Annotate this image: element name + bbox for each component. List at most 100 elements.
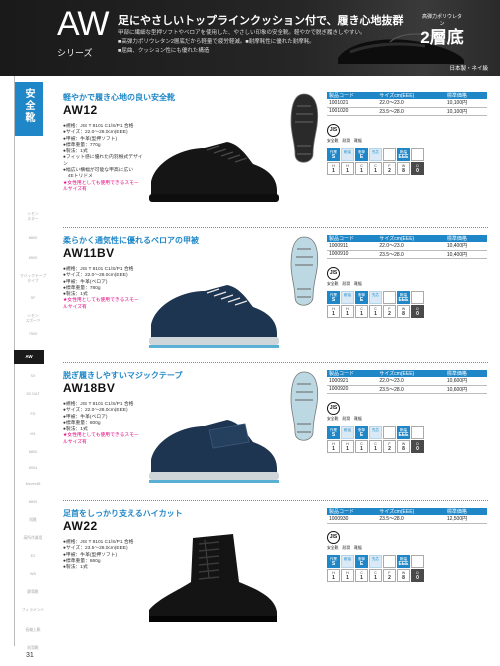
header-price: 標準価格 (444, 235, 487, 242)
spec-attribute-value: EEE (398, 561, 409, 567)
sidebar-index-item[interactable]: Mover48 (16, 482, 50, 487)
sidebar-index-item[interactable]: FD (16, 412, 50, 417)
sidebar-index-item[interactable]: M1 (16, 432, 50, 437)
spec-attribute-value: 1 (346, 311, 349, 317)
header-bullet: ■屈曲、クッション性にも優れた構造 (118, 48, 210, 54)
price-table-header: 製品コード サイズcm(EEE) 標準価格 (327, 370, 487, 377)
spec-attribute-icon: 作業 S (327, 148, 340, 161)
sidebar-category-tab[interactable]: 安全靴 (15, 82, 43, 136)
spec-attribute-icon: 靴幅 EEE (397, 148, 410, 161)
spec-attribute-value: 2 (388, 575, 391, 581)
product-shoe-image (149, 534, 277, 622)
product-divider (63, 362, 488, 363)
sidebar-index-item[interactable]: AW (14, 350, 44, 364)
size-cell: 22.0〜23.0 (377, 99, 445, 108)
spec-attribute-icon: W 8 (397, 305, 410, 318)
product-code-cell: 1000911 (327, 242, 378, 251)
sidebar-index-item[interactable]: E2 (16, 554, 50, 559)
sidebar-index-item[interactable]: WS (16, 572, 50, 577)
sidebar-index-item[interactable]: 静電靴 (16, 590, 50, 595)
spec-attribute-icon: 耐油 (341, 555, 354, 568)
spec-attribute-icon: C 1 (355, 162, 368, 175)
size-cell: 23.5〜28.0 (377, 250, 445, 259)
spec-attribute-icon: W 8 (397, 162, 410, 175)
spec-attribute-grid: 作業 S 耐油 衝撃 E 先芯 靴幅 EEE H 1 H 1 C 1 C 1 F… (327, 148, 425, 175)
sidebar-index-item[interactable]: 8500 (16, 256, 50, 261)
jis-mark-icon: JIS (327, 531, 340, 544)
sidebar-index-item[interactable]: 耐滑靴 (16, 646, 50, 651)
sidebar-index-item[interactable]: 高所作業用 (16, 536, 50, 541)
price-table: 製品コード サイズcm(EEE) 標準価格 1000921 22.0〜23.0 … (327, 370, 487, 394)
product-code-cell: 1000930 (327, 515, 378, 524)
sidebar-category-label: 安全靴 (23, 88, 34, 124)
spec-attribute-value: E (359, 154, 364, 160)
spec-attribute-value: S (331, 154, 336, 160)
header-price: 標準価格 (444, 508, 487, 515)
product-code-cell: 1000910 (327, 250, 378, 259)
product-shoe-image (149, 420, 279, 483)
spec-attribute-value: 1 (346, 168, 349, 174)
spec-attribute-value: EEE (398, 297, 409, 303)
sidebar-index-item[interactable]: フィラメント (16, 608, 50, 613)
sidebar-index-item[interactable]: SX (16, 374, 50, 379)
sole-badge-main: 2層底 (420, 28, 464, 47)
spec-attribute-value: 0 (416, 311, 419, 317)
spec-attribute-icon: W 8 (397, 440, 410, 453)
catalog-header: AW シリーズ 足にやさしいトップラインクッション付で、履き心地抜群 甲部に繊細… (0, 0, 500, 76)
spec-attribute-key: 先芯 (372, 293, 379, 297)
spec-attribute-grid: 作業 S 耐油 衝撃 E 先芯 靴幅 EEE H 1 H 1 C 1 C 1 F… (327, 555, 425, 582)
product-block: 脱ぎ履きしやすいマジックテープ AW18BV ●規格：JIS T 8101 C1… (55, 370, 495, 501)
price-cell: 10,600円 (444, 385, 487, 394)
spec-attribute-icon (411, 426, 424, 439)
cert-label: 安全靴 (327, 546, 339, 550)
product-model-code: AW12 (63, 103, 98, 117)
price-table-header: 製品コード サイズcm(EEE) 標準価格 (327, 235, 487, 242)
product-catchphrase: 柔らかく通気性に優れるベロアの甲被 (63, 236, 199, 245)
cert-label: 耐滑 (342, 546, 351, 550)
spec-attribute-icon: H 1 (327, 305, 340, 318)
spec-attribute-icon: 先芯 (369, 148, 382, 161)
header-bullet: ■高弾力ポリウレタン2層底だから軽量で疲労軽減。■耐摩耗性に優れた耐摩耗。 (118, 39, 315, 45)
header-size: サイズcm(EEE) (377, 92, 445, 99)
sidebar-index-item[interactable]: 短靴 (16, 518, 50, 523)
header-code: 製品コード (327, 92, 378, 99)
sidebar-index-item[interactable]: 8800 (16, 236, 50, 241)
spec-attribute-value: 1 (332, 446, 335, 452)
sidebar-index-item[interactable]: マジックテープ タイプ (16, 274, 50, 284)
header-price: 標準価格 (444, 92, 487, 99)
spec-attribute-icon: H 1 (341, 162, 354, 175)
spec-attribute-value: 8 (402, 446, 405, 452)
product-code-cell: 1000921 (327, 377, 378, 386)
spec-attribute-value: 0 (416, 168, 419, 174)
spec-attribute-icon: 先芯 (369, 426, 382, 439)
sidebar-index-item[interactable]: シモン スポーツ (16, 314, 50, 324)
series-logo-text: AW (57, 5, 110, 43)
sidebar-index-item[interactable]: SF (16, 296, 50, 301)
price-table: 製品コード サイズcm(EEE) 標準価格 1001021 22.0〜23.0 … (327, 92, 487, 116)
spec-attribute-icon: 靴幅 EEE (397, 555, 410, 568)
product-catchphrase: 脱ぎ履きしやすいマジックテープ (63, 371, 183, 380)
price-cell: 10,600円 (444, 377, 487, 386)
cert-label: 靴幅 (354, 417, 362, 421)
spec-attribute-icon: H 1 (327, 569, 340, 582)
series-label: シリーズ (57, 48, 93, 58)
cert-label: 靴幅 (354, 546, 362, 550)
certification-labels: 安全靴 耐滑 靴幅 (327, 282, 365, 287)
price-table: 製品コード サイズcm(EEE) 標準価格 1000911 22.0〜23.0 … (327, 235, 487, 259)
sidebar-index-item[interactable]: 8805 (16, 500, 50, 505)
sidebar-index-item[interactable]: 8904 (16, 466, 50, 471)
price-cell: 12,500円 (444, 515, 487, 524)
spec-attribute-icon (383, 148, 396, 161)
sidebar-index-item[interactable]: 8800 (16, 450, 50, 455)
header-code: 製品コード (327, 508, 378, 515)
sidebar-index-item[interactable]: 長編上靴 (16, 628, 50, 633)
sidebar-index-item[interactable]: 7500 (16, 332, 50, 337)
sidebar-index-item[interactable]: 3D DAT (16, 392, 50, 397)
spec-attribute-icon: F 2 (383, 569, 396, 582)
product-spec-line: ●製法：1式 (63, 565, 88, 571)
spec-attribute-icon (383, 291, 396, 304)
spec-attribute-icon: 靴幅 EEE (397, 426, 410, 439)
sidebar-index-item[interactable]: シモン スター (16, 212, 50, 222)
product-model-code: AW18BV (63, 381, 116, 395)
price-cell: 10,400円 (444, 250, 487, 259)
